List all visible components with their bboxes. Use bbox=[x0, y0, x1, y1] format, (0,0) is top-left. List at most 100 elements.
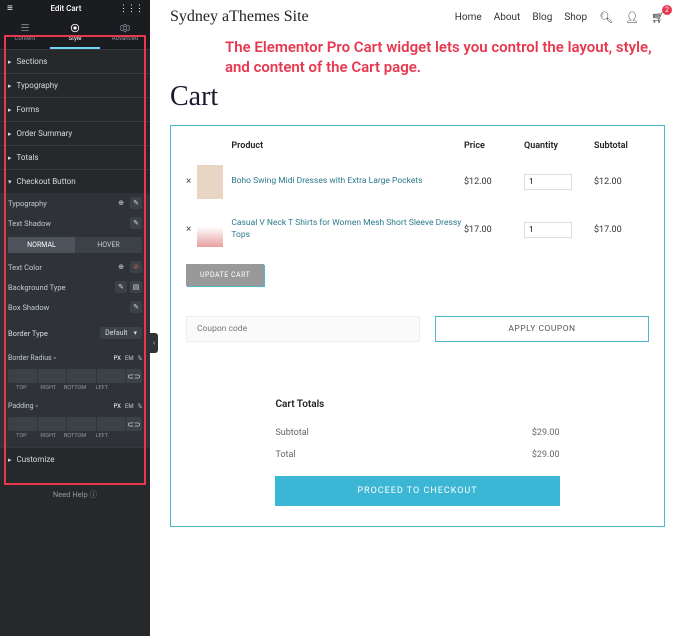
state-hover[interactable]: HOVER bbox=[75, 237, 142, 253]
pad-right[interactable] bbox=[38, 417, 68, 431]
br-bottom[interactable] bbox=[67, 369, 97, 383]
section-totals[interactable]: ▸Totals bbox=[0, 146, 150, 169]
total-label: Total bbox=[275, 450, 295, 460]
section-sections[interactable]: ▸Sections bbox=[0, 50, 150, 73]
unit-px[interactable]: PX bbox=[113, 403, 120, 410]
subtotal-value: $29.00 bbox=[532, 428, 560, 438]
gradient-icon[interactable]: ▤ bbox=[130, 281, 142, 293]
coupon-input[interactable] bbox=[186, 316, 420, 342]
product-link[interactable]: Boho Swing Midi Dresses with Extra Large… bbox=[231, 176, 422, 186]
nav-shop[interactable]: Shop bbox=[564, 12, 587, 23]
total-value: $29.00 bbox=[532, 450, 560, 460]
editor-tabs: Content Style Advanced bbox=[0, 17, 150, 49]
padding-inputs: ⊂⊃ bbox=[8, 417, 142, 431]
unit-pct[interactable]: % bbox=[138, 403, 142, 410]
section-customize[interactable]: ▸Customize bbox=[0, 448, 150, 471]
site-header: Sydney aThemes Site Home About Blog Shop… bbox=[170, 5, 665, 29]
user-icon[interactable]: 👤︎ bbox=[625, 11, 639, 24]
elementor-sidebar: ≡ Edit Cart ⋮⋮⋮ Content Style Advanced ▸… bbox=[0, 0, 150, 636]
unit-pct[interactable]: % bbox=[138, 355, 142, 362]
cart-totals: Cart Totals Subtotal$29.00 Total$29.00 P… bbox=[255, 387, 579, 518]
label-text-color: Text Color bbox=[8, 263, 42, 272]
cell-price: $17.00 bbox=[464, 206, 524, 254]
remove-item-icon[interactable]: × bbox=[186, 224, 197, 235]
pad-bottom[interactable] bbox=[67, 417, 97, 431]
state-normal[interactable]: NORMAL bbox=[8, 237, 75, 253]
section-typography[interactable]: ▸Typography bbox=[0, 74, 150, 97]
nav-about[interactable]: About bbox=[494, 12, 521, 23]
pad-top[interactable] bbox=[8, 417, 38, 431]
hamburger-icon[interactable]: ≡ bbox=[7, 3, 13, 14]
pencil-icon[interactable]: ✎ bbox=[130, 217, 142, 229]
unit-em[interactable]: EM bbox=[125, 355, 134, 362]
tab-style[interactable]: Style bbox=[50, 17, 100, 49]
collapse-handle[interactable]: ‹ bbox=[150, 333, 158, 353]
cart-row: × Boho Swing Midi Dresses with Extra Lar… bbox=[186, 158, 649, 206]
pencil-icon[interactable]: ✎ bbox=[130, 301, 142, 313]
chevron-down-icon: ▾ bbox=[133, 329, 137, 337]
globe-icon[interactable]: ⊕ bbox=[115, 261, 127, 273]
tab-content[interactable]: Content bbox=[0, 17, 50, 49]
section-forms[interactable]: ▸Forms bbox=[0, 98, 150, 121]
label-border-radius: Border Radius bbox=[8, 354, 52, 362]
chevron-right-icon: ▸ bbox=[8, 58, 12, 66]
unit-em[interactable]: EM bbox=[125, 403, 134, 410]
cart-badge: 2 bbox=[662, 5, 672, 15]
label-border-type: Border Type bbox=[8, 329, 48, 338]
site-title[interactable]: Sydney aThemes Site bbox=[170, 8, 309, 26]
responsive-icon[interactable]: ▫ bbox=[35, 402, 37, 410]
proceed-checkout-button[interactable]: PROCEED TO CHECKOUT bbox=[275, 476, 559, 506]
th-product: Product bbox=[231, 141, 464, 158]
remove-item-icon[interactable]: × bbox=[186, 176, 197, 187]
cell-subtotal: $17.00 bbox=[594, 206, 649, 254]
label-text-shadow: Text Shadow bbox=[8, 219, 51, 228]
border-radius-inputs: ⊂⊃ bbox=[8, 369, 142, 383]
color-swatch[interactable]: ⊘ bbox=[130, 261, 142, 273]
cart-row: × Casual V Neck T Shirts for Women Mesh … bbox=[186, 206, 649, 254]
coupon-row: APPLY COUPON bbox=[186, 316, 649, 342]
label-typography: Typography bbox=[8, 199, 47, 208]
sidebar-topbar: ≡ Edit Cart ⋮⋮⋮ bbox=[0, 0, 150, 17]
responsive-icon[interactable]: ▫ bbox=[53, 354, 55, 362]
chevron-right-icon: ▸ bbox=[8, 456, 12, 464]
cart-icon[interactable]: 🛒︎2 bbox=[651, 11, 665, 24]
globe-icon[interactable]: ⊕ bbox=[115, 197, 127, 209]
help-icon: ⓘ bbox=[90, 490, 98, 499]
product-thumb[interactable] bbox=[197, 165, 223, 199]
apply-coupon-button[interactable]: APPLY COUPON bbox=[435, 316, 649, 342]
need-help-link[interactable]: Need Help ⓘ bbox=[0, 471, 150, 518]
br-top[interactable] bbox=[8, 369, 38, 383]
pencil-icon[interactable]: ✎ bbox=[130, 197, 142, 209]
cell-price: $12.00 bbox=[464, 158, 524, 206]
link-icon[interactable]: ⊂⊃ bbox=[126, 417, 142, 431]
site-nav: Home About Blog Shop 🔍︎ 👤︎ 🛒︎2 bbox=[455, 11, 665, 24]
section-order-summary[interactable]: ▸Order Summary bbox=[0, 122, 150, 145]
qty-input[interactable] bbox=[524, 174, 572, 190]
product-thumb[interactable] bbox=[197, 213, 223, 247]
th-qty: Quantity bbox=[524, 141, 594, 158]
page-title: Cart bbox=[170, 81, 665, 113]
br-right[interactable] bbox=[38, 369, 68, 383]
section-checkout-button[interactable]: ▾Checkout Button bbox=[0, 170, 150, 193]
pad-left[interactable] bbox=[97, 417, 127, 431]
preview-area: Sydney aThemes Site Home About Blog Shop… bbox=[150, 0, 680, 636]
nav-home[interactable]: Home bbox=[455, 12, 482, 23]
brush-icon[interactable]: ✎ bbox=[115, 281, 127, 293]
product-link[interactable]: Casual V Neck T Shirts for Women Mesh Sh… bbox=[231, 218, 461, 239]
tab-advanced[interactable]: Advanced bbox=[100, 17, 150, 49]
qty-input[interactable] bbox=[524, 222, 572, 238]
search-icon[interactable]: 🔍︎ bbox=[599, 11, 613, 24]
checkout-button-panel: Typography⊕✎ Text Shadow✎ NORMALHOVER Te… bbox=[0, 193, 150, 447]
annotation-text: The Elementor Pro Cart widget lets you c… bbox=[225, 37, 665, 78]
link-icon[interactable]: ⊂⊃ bbox=[126, 369, 142, 383]
widgets-grid-icon[interactable]: ⋮⋮⋮ bbox=[119, 4, 143, 14]
update-cart-button[interactable]: UPDATE CART bbox=[186, 264, 264, 286]
th-price: Price bbox=[464, 141, 524, 158]
nav-blog[interactable]: Blog bbox=[532, 12, 552, 23]
subtotal-label: Subtotal bbox=[275, 428, 308, 438]
label-bg-type: Background Type bbox=[8, 283, 66, 292]
chevron-right-icon: ▸ bbox=[8, 130, 12, 138]
border-type-select[interactable]: Default▾ bbox=[100, 327, 142, 339]
unit-px[interactable]: PX bbox=[113, 355, 120, 362]
br-left[interactable] bbox=[97, 369, 127, 383]
